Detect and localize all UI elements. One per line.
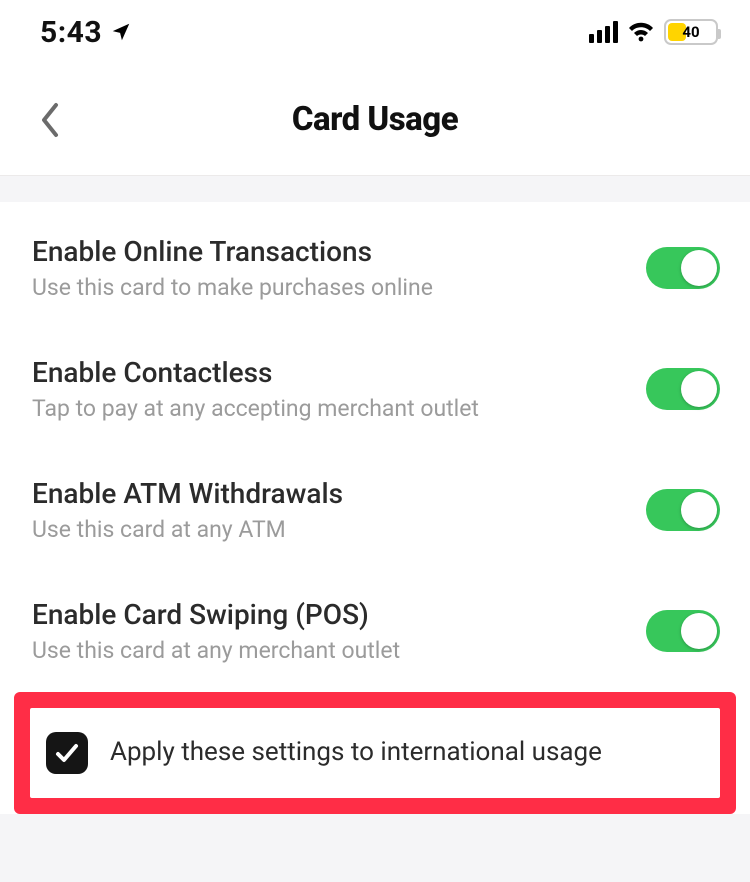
battery-indicator: 40 [664,19,718,45]
checkmark-icon [53,739,81,767]
toggle-contactless[interactable] [646,368,720,410]
location-arrow-icon [110,21,132,43]
international-usage-checkbox[interactable] [46,732,88,774]
setting-title: Enable Contactless [32,355,479,390]
toggle-knob [681,371,717,407]
setting-subtitle: Use this card at any merchant outlet [32,636,400,666]
toggle-atm-withdrawals[interactable] [646,489,720,531]
setting-subtitle: Use this card at any ATM [32,515,343,545]
cellular-signal-icon [589,21,618,43]
nav-bar: Card Usage [0,64,750,176]
setting-text: Enable Online Transactions Use this card… [32,234,433,303]
back-button[interactable] [28,98,72,142]
international-usage-label: Apply these settings to international us… [110,736,602,770]
setting-title: Enable Card Swiping (POS) [32,597,400,632]
toggle-card-swiping[interactable] [646,610,720,652]
setting-subtitle: Tap to pay at any accepting merchant out… [32,394,479,424]
toggle-knob [681,492,717,528]
chevron-left-icon [39,102,61,138]
setting-row-card-swiping: Enable Card Swiping (POS) Use this card … [0,571,750,692]
status-time: 5:43 [40,15,102,50]
toggle-knob [681,613,717,649]
setting-title: Enable Online Transactions [32,234,433,269]
setting-title: Enable ATM Withdrawals [32,476,343,511]
setting-text: Enable Contactless Tap to pay at any acc… [32,355,479,424]
setting-subtitle: Use this card to make purchases online [32,273,433,303]
setting-row-atm-withdrawals: Enable ATM Withdrawals Use this card at … [0,450,750,571]
setting-row-contactless: Enable Contactless Tap to pay at any acc… [0,329,750,450]
wifi-icon [628,22,654,42]
setting-text: Enable Card Swiping (POS) Use this card … [32,597,400,666]
setting-text: Enable ATM Withdrawals Use this card at … [32,476,343,545]
status-bar: 5:43 40 [0,0,750,64]
page-title: Card Usage [292,100,458,139]
setting-row-online-transactions: Enable Online Transactions Use this card… [0,208,750,329]
toggle-knob [681,250,717,286]
international-usage-row[interactable]: Apply these settings to international us… [30,708,720,798]
status-bar-left: 5:43 [40,15,132,50]
status-bar-right: 40 [589,19,718,45]
battery-percent-label: 40 [666,21,716,43]
international-usage-highlight: Apply these settings to international us… [14,692,736,814]
settings-list: Enable Online Transactions Use this card… [0,202,750,814]
toggle-online-transactions[interactable] [646,247,720,289]
